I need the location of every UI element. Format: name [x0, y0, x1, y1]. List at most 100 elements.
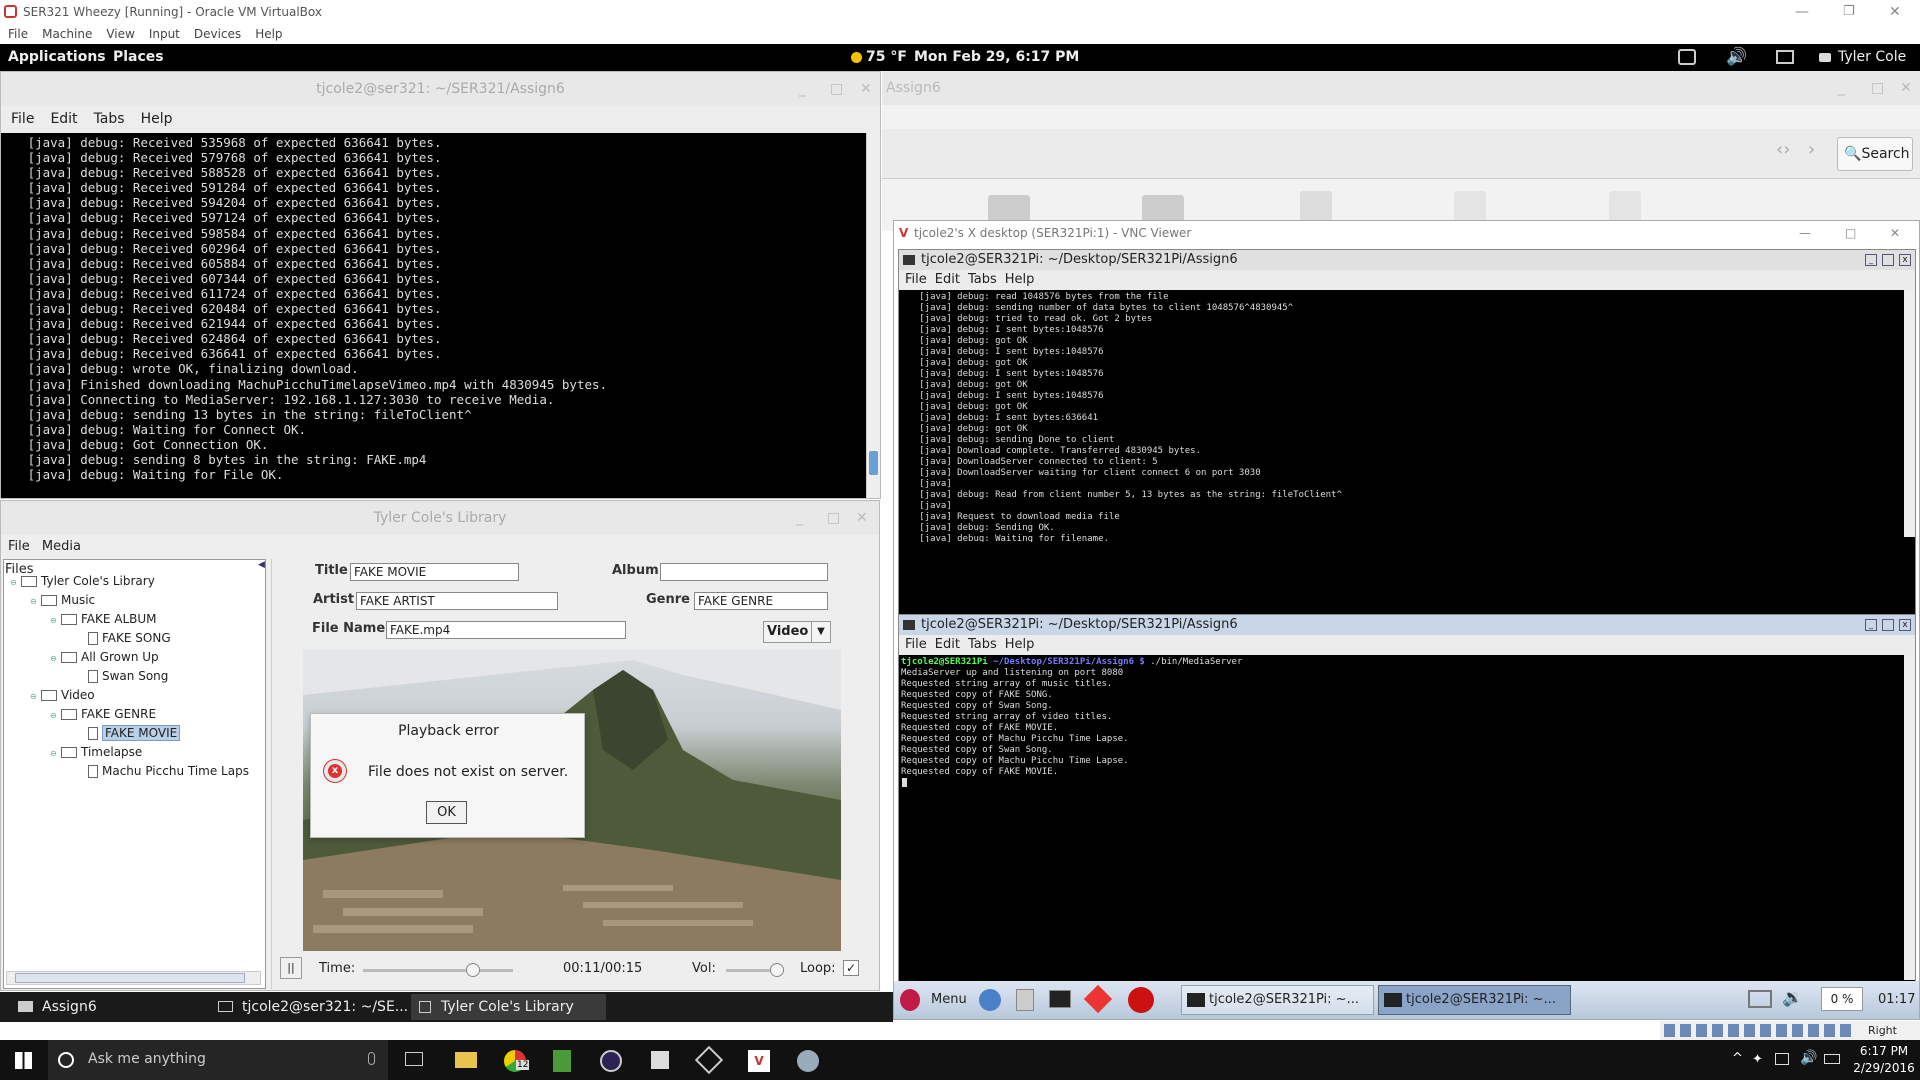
spreadsheet-icon[interactable] [553, 1050, 571, 1072]
expand-icon[interactable]: ⊖ [50, 654, 58, 663]
time-slider[interactable] [363, 963, 513, 977]
tree-video[interactable]: ⊖ Video [30, 688, 95, 702]
panel-clock[interactable]: Mon Feb 29, 6:17 PM [914, 44, 1079, 71]
pause-button[interactable]: || [280, 957, 302, 979]
slider-thumb[interactable] [465, 963, 480, 977]
tray-app-icon[interactable]: ✦ [1752, 1052, 1763, 1067]
microphone-icon[interactable] [368, 1052, 375, 1065]
back-icon[interactable]: ‹› [1776, 139, 1790, 160]
expand-icon[interactable]: ⊖ [50, 616, 58, 625]
places-menu[interactable]: Places [113, 44, 164, 71]
minimize-button[interactable]: _ [796, 501, 803, 535]
title-field[interactable]: FAKE MOVIE [350, 563, 519, 581]
close-button[interactable]: ✕ [1890, 221, 1900, 246]
task-view-icon[interactable] [405, 1052, 423, 1066]
maximize-button[interactable]: □ [1845, 221, 1856, 246]
tree-fake-song[interactable]: FAKE SONG [88, 631, 171, 645]
volume-icon[interactable]: 🔊 [1726, 44, 1747, 71]
vnc-term1-output[interactable]: [java] debug: read 1048576 bytes from th… [903, 292, 1903, 542]
menu-help[interactable]: Help [141, 111, 173, 127]
vnc-term2-scrollbar[interactable] [1904, 655, 1915, 980]
menu-devices[interactable]: Devices [194, 27, 241, 41]
menu-machine[interactable]: Machine [42, 27, 92, 41]
lx-clock[interactable]: 01:17 [1878, 992, 1915, 1007]
tree-music[interactable]: ⊖ Music [30, 593, 95, 607]
forward-icon[interactable]: › [1808, 139, 1815, 160]
menu-media[interactable]: Media [42, 539, 81, 554]
network-icon[interactable] [1775, 1053, 1789, 1065]
ok-button[interactable]: OK [426, 801, 467, 824]
artist-field[interactable]: FAKE ARTIST [356, 592, 558, 610]
taskbar-time[interactable]: 6:17 PM [1854, 1044, 1914, 1058]
maximize-button[interactable] [1882, 619, 1894, 631]
terminal-output[interactable]: [java] debug: Received 535968 of expecte… [5, 135, 865, 495]
network-icon[interactable] [1748, 990, 1772, 1008]
wolfram-icon[interactable] [1128, 987, 1154, 1013]
expand-icon[interactable]: ⊖ [10, 578, 18, 587]
collapse-arrow-icon[interactable]: ◀ [258, 560, 265, 570]
file-manager-icon[interactable] [1016, 989, 1034, 1011]
album-field[interactable] [660, 563, 828, 581]
expand-icon[interactable]: ⊖ [30, 597, 38, 606]
menu-help[interactable]: Help [255, 27, 282, 41]
burst-icon[interactable] [1083, 984, 1113, 1014]
loop-checkbox[interactable]: ✓ [843, 960, 859, 976]
minimize-button[interactable]: _ [799, 72, 806, 106]
menu-edit[interactable]: Edit [935, 637, 960, 652]
restore-button[interactable]: ❐ [1843, 0, 1855, 24]
maximize-button[interactable]: □ [830, 72, 843, 106]
minimize-button[interactable]: _ [1865, 619, 1877, 631]
tree-fake-genre[interactable]: ⊖ FAKE GENRE [50, 707, 156, 721]
chevron-down-icon[interactable]: ▼ [811, 622, 830, 642]
menu-button[interactable]: Menu [931, 992, 967, 1007]
genre-field[interactable]: FAKE GENRE [694, 592, 828, 610]
tree-all-grown-up[interactable]: ⊖ All Grown Up [50, 650, 159, 664]
tree-timelapse[interactable]: ⊖ Timelapse [50, 745, 142, 759]
filename-field[interactable]: FAKE.mp4 [386, 621, 626, 639]
volume-icon[interactable]: 🔉 [1782, 988, 1803, 1008]
menu-edit[interactable]: Edit [50, 111, 77, 127]
display-icon[interactable] [1776, 50, 1794, 64]
tree-swan-song[interactable]: Swan Song [88, 669, 168, 683]
browser-icon[interactable] [979, 989, 1001, 1011]
volume-slider[interactable] [726, 963, 785, 977]
settings-icon[interactable] [797, 1050, 819, 1072]
terminal-scrollbar[interactable] [866, 133, 880, 498]
terminal-icon[interactable] [1049, 990, 1071, 1008]
menu-file[interactable]: File [905, 637, 927, 652]
tree-hscrollbar[interactable] [6, 971, 261, 985]
cortana-search[interactable]: Ask me anything [48, 1040, 388, 1080]
menu-edit[interactable]: Edit [935, 272, 960, 287]
close-button[interactable]: ✕ [860, 72, 872, 106]
task-library[interactable]: Tyler Cole's Library [441, 992, 574, 1022]
menu-tabs[interactable]: Tabs [968, 272, 997, 287]
lx-task-1[interactable]: tjcole2@SER321Pi: ~... [1181, 985, 1374, 1015]
menu-file[interactable]: File [905, 272, 927, 287]
scrollbar-thumb[interactable] [15, 973, 245, 983]
close-button[interactable]: ✕ [1889, 0, 1901, 24]
menu-tabs[interactable]: Tabs [94, 111, 125, 127]
taskbar-date[interactable]: 2/29/2016 [1852, 1061, 1916, 1075]
search-button[interactable]: 🔍Search [1837, 137, 1913, 171]
tree-fake-movie[interactable]: FAKE MOVIE [88, 725, 181, 741]
menu-help[interactable]: Help [1005, 272, 1035, 287]
virtualbox-icon[interactable] [694, 1045, 724, 1075]
slider-thumb[interactable] [770, 963, 785, 977]
vnc-term2-output[interactable]: MediaServer up and listening on port 808… [901, 668, 1901, 788]
close-button[interactable]: ✕ [1900, 71, 1912, 105]
network-icon[interactable] [1678, 49, 1696, 65]
expand-icon[interactable]: ⊖ [50, 749, 58, 758]
menu-tabs[interactable]: Tabs [968, 637, 997, 652]
expand-icon[interactable]: ⊖ [50, 711, 58, 720]
raspberry-icon[interactable] [900, 989, 920, 1011]
maximize-button[interactable] [1882, 254, 1894, 266]
menu-view[interactable]: View [106, 27, 134, 41]
menu-file[interactable]: File [8, 27, 28, 41]
panel-user[interactable]: Tyler Cole [1838, 44, 1906, 71]
vnc-icon[interactable]: V [748, 1050, 770, 1072]
tree-machu-picchu[interactable]: Machu Picchu Time Laps [88, 764, 249, 778]
minimize-button[interactable]: _ [1865, 254, 1877, 266]
task-terminal[interactable]: tjcole2@ser321: ~/SE... [242, 992, 408, 1022]
minimize-button[interactable]: _ [1838, 71, 1845, 105]
close-button[interactable]: ✕ [856, 501, 868, 535]
